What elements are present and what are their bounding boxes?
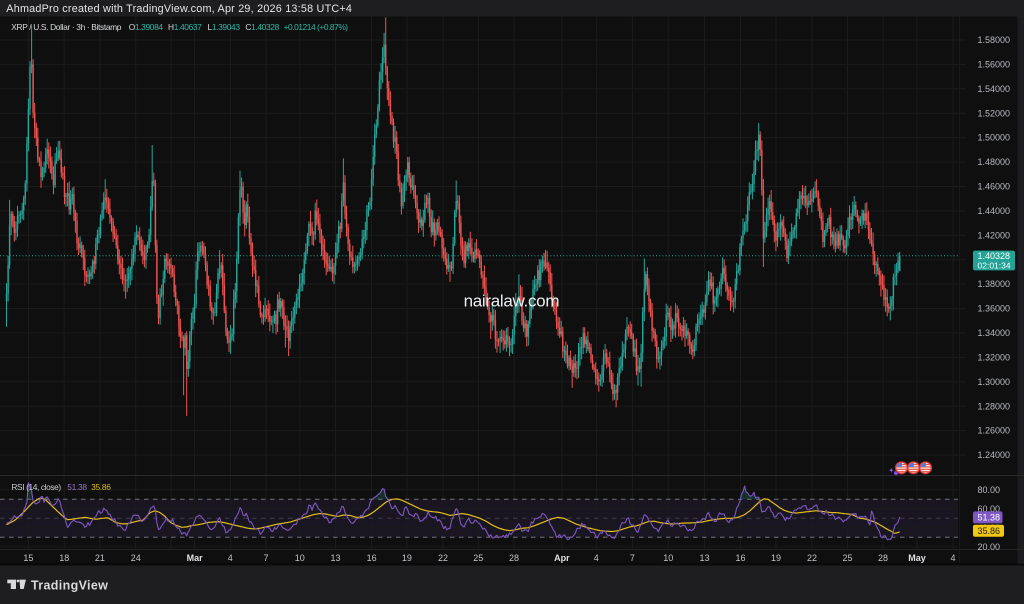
svg-text:28: 28 [878,553,888,563]
svg-text:4: 4 [950,553,955,563]
svg-text:May: May [908,553,926,563]
svg-text:1.28000: 1.28000 [978,401,1011,411]
svg-text:25: 25 [473,553,483,563]
svg-text:1.50000: 1.50000 [978,133,1011,143]
svg-text:1.36000: 1.36000 [978,304,1011,314]
svg-text:1.34000: 1.34000 [978,328,1011,338]
svg-text:1.58000: 1.58000 [978,35,1011,45]
svg-text:22: 22 [807,553,817,563]
svg-text:02:01:34: 02:01:34 [978,260,1011,270]
svg-text:H1.40637: H1.40637 [168,22,202,32]
svg-text:C1.40328: C1.40328 [245,22,279,32]
svg-text:Apr: Apr [554,553,570,563]
svg-text:Mar: Mar [187,553,204,563]
svg-text:L1.39043: L1.39043 [208,22,241,32]
svg-text:+0.01214 (+0.87%): +0.01214 (+0.87%) [284,22,349,32]
svg-text:13: 13 [699,553,709,563]
svg-text:16: 16 [367,553,377,563]
svg-text:4: 4 [594,553,599,563]
svg-text:25: 25 [842,553,852,563]
svg-text:15: 15 [23,553,33,563]
svg-text:O1.39084: O1.39084 [129,22,164,32]
svg-text:1.24000: 1.24000 [978,450,1011,460]
svg-text:nairalaw.com: nairalaw.com [464,292,560,311]
svg-text:35.86: 35.86 [91,482,111,492]
svg-text:1.38000: 1.38000 [978,279,1011,289]
svg-text:AhmadPro created with TradingV: AhmadPro created with TradingView.com, A… [6,3,352,15]
svg-text:1.48000: 1.48000 [978,157,1011,167]
svg-text:22: 22 [438,553,448,563]
svg-text:28: 28 [509,553,519,563]
svg-text:19: 19 [771,553,781,563]
svg-text:10: 10 [295,553,305,563]
svg-text:80.00: 80.00 [978,485,1001,495]
svg-text:7: 7 [630,553,635,563]
svg-text:XRP / U.S. Dollar · 3h · Bitst: XRP / U.S. Dollar · 3h · Bitstamp [11,22,121,32]
svg-text:7: 7 [263,553,268,563]
svg-text:16: 16 [735,553,745,563]
svg-text:1.26000: 1.26000 [978,426,1011,436]
svg-text:1.40328: 1.40328 [978,251,1011,261]
svg-text:1.54000: 1.54000 [978,84,1011,94]
svg-text:RSI (14, close): RSI (14, close) [11,482,61,492]
svg-text:TradingView: TradingView [31,578,108,592]
svg-text:20.00: 20.00 [978,542,1001,552]
svg-text:1.44000: 1.44000 [978,206,1011,216]
svg-text:1.30000: 1.30000 [978,377,1011,387]
svg-text:24: 24 [131,553,141,563]
svg-text:1.42000: 1.42000 [978,230,1011,240]
svg-text:1.46000: 1.46000 [978,182,1011,192]
svg-text:51.38: 51.38 [67,482,87,492]
svg-text:1.32000: 1.32000 [978,353,1011,363]
svg-text:18: 18 [59,553,69,563]
svg-text:1.56000: 1.56000 [978,60,1011,70]
svg-text:4: 4 [228,553,233,563]
svg-text:10: 10 [663,553,673,563]
svg-text:21: 21 [95,553,105,563]
svg-text:1.52000: 1.52000 [978,108,1011,118]
svg-text:35.86: 35.86 [978,526,1001,536]
svg-text:19: 19 [402,553,412,563]
svg-text:51.38: 51.38 [978,513,1001,523]
svg-text:13: 13 [330,553,340,563]
